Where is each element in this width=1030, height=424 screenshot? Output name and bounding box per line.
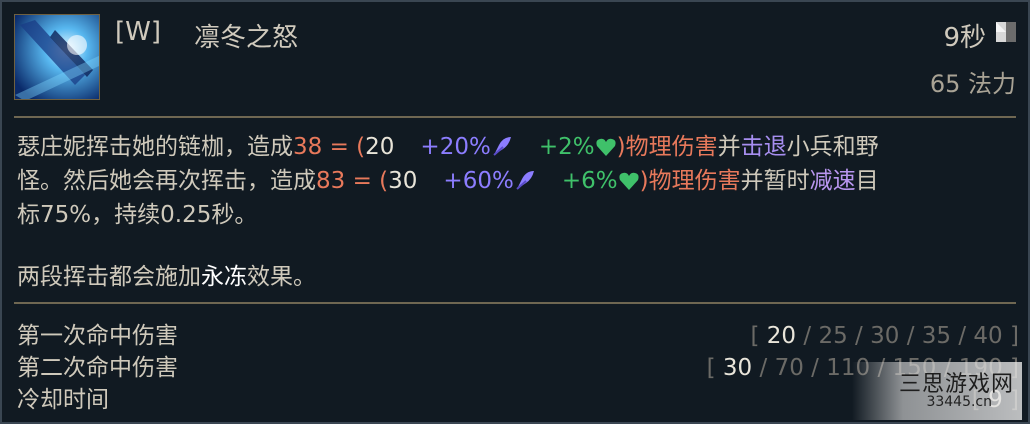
skill-hotkey: [W] xyxy=(115,17,161,47)
stat-value: 40 xyxy=(973,323,1003,349)
ability-description: 瑟庄妮挥击她的链枷，造成38 = (20 +20% +2%)物理伤害并击退小兵和野 … xyxy=(17,132,1017,293)
stat-label: 第一次命中伤害 xyxy=(17,323,178,349)
stat-label: 冷却时间 xyxy=(17,387,109,413)
cooldown-text: 9秒 xyxy=(943,23,986,53)
stat-value: 25 xyxy=(818,323,848,349)
hp-ratio: +2% xyxy=(538,134,595,160)
damage-type: 物理伤害 xyxy=(648,168,741,194)
mana-cost: 65 法力 xyxy=(929,70,1016,98)
stat-value: 30 xyxy=(722,355,753,381)
watermark: 三思游戏网 33445.cn xyxy=(852,362,1022,420)
description-line: 怪。然后她会再次挥击，造成83 = (30 +60% +6%)物理伤害并暂时减速目 xyxy=(17,166,1017,200)
health-icon xyxy=(595,135,617,166)
stat-value: 30 xyxy=(870,323,900,349)
ability-power-icon xyxy=(491,135,513,166)
damage-type: 物理伤害 xyxy=(625,134,718,160)
cooldown-icon xyxy=(996,22,1016,42)
damage-total: 83 = ( xyxy=(316,168,389,194)
ability-power-icon xyxy=(514,169,536,200)
skill-icon xyxy=(14,14,100,100)
stat-value: 35 xyxy=(921,323,952,349)
stat-value: 70 xyxy=(774,355,804,381)
divider xyxy=(14,302,1016,304)
health-icon xyxy=(618,169,640,200)
ability-tooltip: [W] 凛冬之怒 9秒 65 法力 瑟庄妮挥击她的链枷，造成38 = (20 +2… xyxy=(0,0,1030,424)
description-line: 瑟庄妮挥击她的链枷，造成38 = (20 +20% +2%)物理伤害并击退小兵和野 xyxy=(17,132,1017,166)
stat-label: 第二次命中伤害 xyxy=(17,355,178,381)
stat-row: 第一次命中伤害 [ 20 / 25 / 30 / 35 / 40 ] xyxy=(17,320,1019,352)
divider xyxy=(14,116,1016,118)
stat-values: [ 20 / 25 / 30 / 35 / 40 ] xyxy=(750,323,1020,349)
description-line: 两段挥击都会施加永冻效果。 xyxy=(17,264,316,290)
damage-total: 38 = ( xyxy=(293,134,366,160)
ap-ratio: +20% xyxy=(420,134,491,160)
keyword-knockback: 击退 xyxy=(740,134,787,160)
tooltip-header: [W] 凛冬之怒 9秒 65 法力 xyxy=(2,2,1028,116)
stat-value: 20 xyxy=(766,323,797,349)
keyword-slow: 减速 xyxy=(809,168,856,194)
watermark-url: 33445.cn xyxy=(926,394,992,410)
keyword-permafrost: 永冻 xyxy=(201,264,247,290)
skill-name: 凛冬之怒 xyxy=(194,23,299,53)
description-line: 标75%，持续0.25秒。 xyxy=(17,202,258,228)
ap-ratio: +60% xyxy=(443,168,514,194)
hp-ratio: +6% xyxy=(561,168,618,194)
